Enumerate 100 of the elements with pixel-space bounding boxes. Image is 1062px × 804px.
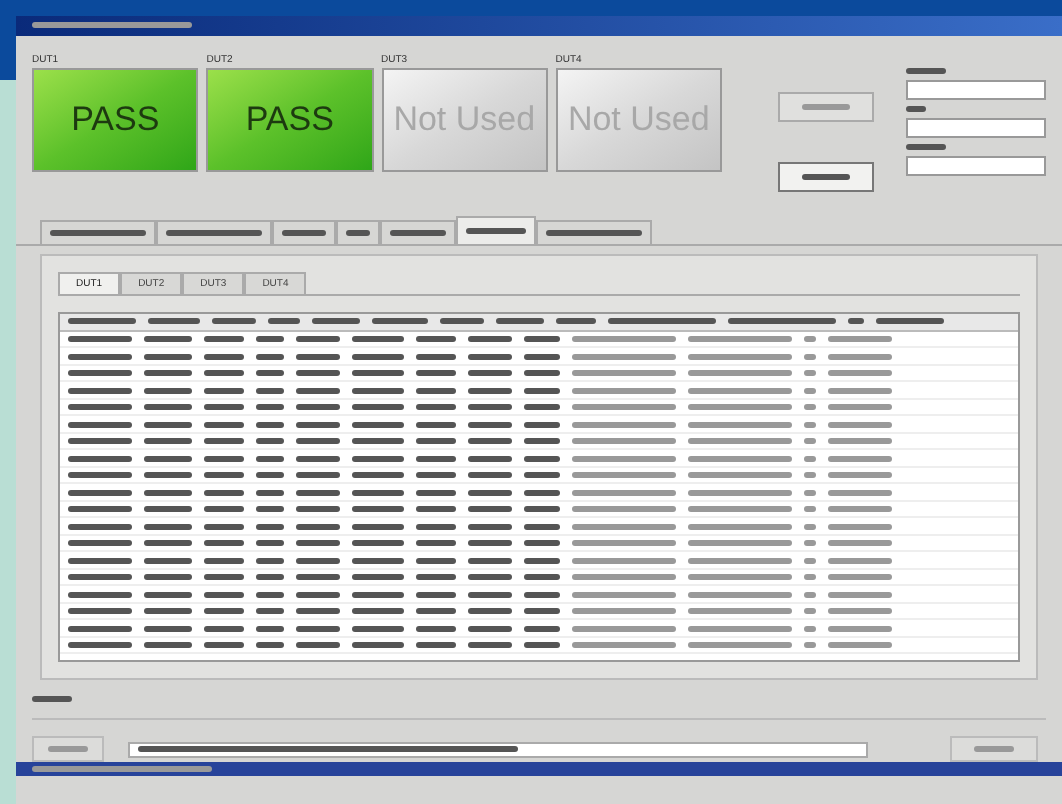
blurred-text [352,642,404,649]
blurred-text [468,353,512,360]
blurred-text [828,642,892,649]
blurred-text [144,642,192,649]
blurred-text [352,625,404,632]
blurred-text [296,625,340,632]
blurred-text [204,455,244,462]
blurred-text [68,574,132,581]
blurred-text [524,574,560,581]
blurred-text [802,173,850,180]
blurred-text [212,318,256,325]
blurred-text [144,591,192,598]
blurred-text [50,229,146,236]
blurred-text [352,574,404,581]
blurred-text [572,489,676,496]
blurred-text [468,642,512,649]
blurred-text [572,455,676,462]
blurred-text [468,421,512,428]
blurred-text [828,387,892,394]
blurred-text [204,540,244,547]
blurred-text [68,642,132,649]
blurred-text [144,353,192,360]
blurred-text [144,523,192,530]
blurred-text [524,625,560,632]
blurred-text [282,229,326,236]
input-field[interactable] [906,117,1046,138]
blurred-text [524,642,560,649]
blurred-text [416,642,456,649]
blurred-text [906,105,926,112]
save-button[interactable] [950,736,1038,763]
blurred-text [352,472,404,479]
blurred-text [296,404,340,411]
blurred-text [204,574,244,581]
path-field[interactable] [128,741,868,758]
blurred-text [352,455,404,462]
blurred-text [416,472,456,479]
blurred-text [440,318,484,325]
blurred-text [204,591,244,598]
tab[interactable] [40,219,156,244]
result-text: PASS [71,98,160,143]
blurred-text [312,318,360,325]
blurred-text [416,404,456,411]
blurred-text [572,387,676,394]
blurred-text [204,353,244,360]
blurred-text [296,489,340,496]
blurred-text [416,387,456,394]
blurred-text [688,642,792,649]
blurred-text [352,523,404,530]
blurred-text [828,489,892,496]
blurred-text [296,506,340,513]
blurred-text [68,591,132,598]
blurred-text [468,387,512,394]
blurred-text [468,455,512,462]
blurred-text [256,540,284,547]
blurred-text [572,353,676,360]
blurred-text [416,523,456,530]
blurred-text [144,404,192,411]
blurred-text [256,506,284,513]
input-field[interactable] [906,155,1046,176]
blurred-text [608,318,716,325]
blurred-text [468,370,512,377]
blurred-text [828,336,892,343]
blurred-text [296,421,340,428]
blurred-text [828,506,892,513]
tab[interactable] [156,219,272,244]
start-button[interactable] [778,91,874,122]
tab[interactable] [336,219,380,244]
blurred-text [416,489,456,496]
stop-button[interactable] [778,161,874,192]
blurred-text [352,608,404,615]
blurred-text [468,404,512,411]
blurred-text [68,455,132,462]
blurred-text [524,455,560,462]
blurred-text [848,318,864,325]
blurred-text [496,318,544,325]
blurred-text [572,438,676,445]
blurred-text [256,557,284,564]
blurred-text [352,438,404,445]
blurred-text [204,472,244,479]
blurred-text [352,557,404,564]
blurred-text [204,625,244,632]
browse-button[interactable] [32,736,104,763]
blurred-text [524,523,560,530]
blurred-text [256,455,284,462]
blurred-text [906,67,946,74]
blurred-text [256,625,284,632]
blurred-text [204,608,244,615]
tab[interactable] [456,215,536,244]
blurred-text [688,625,792,632]
tab[interactable] [536,219,652,244]
blurred-text [468,472,512,479]
blurred-text [416,591,456,598]
blurred-text [416,455,456,462]
blurred-text [468,489,512,496]
blurred-text [828,455,892,462]
tab[interactable] [272,219,336,244]
blurred-text [468,557,512,564]
input-field[interactable] [906,79,1046,100]
tab[interactable] [380,219,456,244]
blurred-text [828,353,892,360]
